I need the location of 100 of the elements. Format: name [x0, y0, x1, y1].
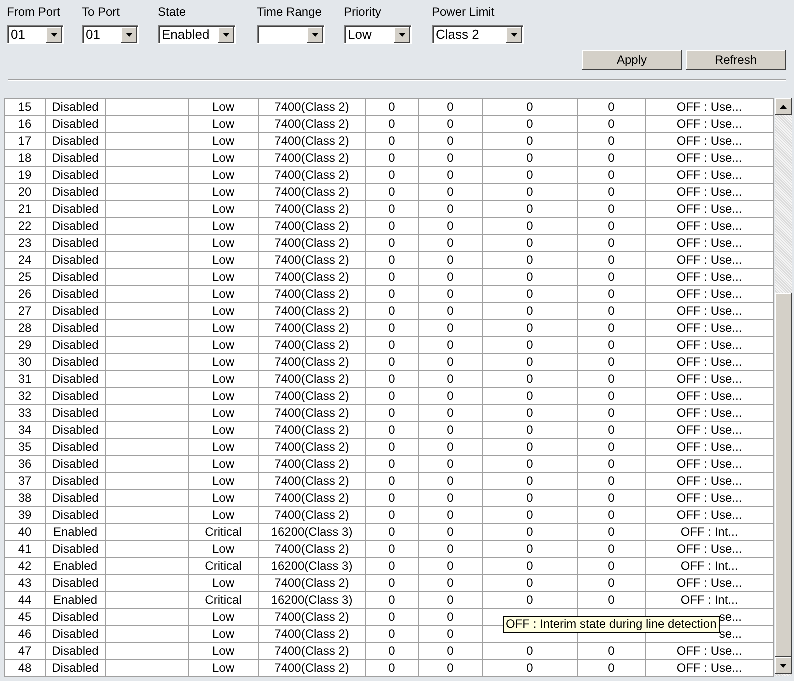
table-cell: Disabled [46, 472, 106, 490]
table-cell: 15 [4, 98, 46, 116]
table-cell: Disabled [46, 404, 106, 422]
action-button[interactable]: Refresh [686, 50, 786, 70]
table-cell: 7400(Class 2) [258, 506, 366, 524]
table-cell: Disabled [46, 642, 106, 660]
filter-label: Time Range [257, 5, 323, 19]
table-cell: 0 [366, 472, 418, 490]
table-cell: 0 [418, 540, 482, 558]
dropdown[interactable] [257, 25, 325, 44]
up-arrow-icon [780, 104, 787, 108]
table-cell: 7400(Class 2) [258, 166, 366, 184]
table-cell: Low [188, 642, 258, 660]
table-cell: Low [188, 218, 258, 234]
caret-icon [222, 32, 230, 36]
table-cell: OFF : Use... [646, 268, 774, 286]
table-cell: 0 [366, 268, 418, 286]
table-cell: 0 [366, 166, 418, 184]
table-cell: 7400(Class 2) [258, 404, 366, 422]
table-cell: Low [188, 286, 258, 302]
table-cell: 0 [418, 336, 482, 354]
table-cell: 0 [578, 506, 646, 524]
table-cell: 0 [366, 404, 418, 422]
table-cell: 26 [4, 286, 46, 302]
table-cell: 0 [366, 200, 418, 218]
filter-label: Power Limit [432, 5, 496, 19]
table-cell: 7400(Class 2) [258, 642, 366, 660]
table-cell: Low [188, 184, 258, 200]
table-cell: 0 [366, 558, 418, 574]
dropdown[interactable]: Low [344, 25, 412, 44]
table-cell: Disabled [46, 286, 106, 302]
table-cell: Disabled [46, 116, 106, 132]
table-cell: 0 [366, 608, 418, 626]
table-cell: OFF : Use... [646, 98, 774, 116]
table-cell: Disabled [46, 132, 106, 150]
table-cell: OFF : Use... [646, 472, 774, 490]
caret-icon [126, 32, 132, 36]
table-cell: Low [188, 490, 258, 506]
table-cell: OFF : Use... [646, 336, 774, 354]
table-cell: Low [188, 370, 258, 388]
table-cell: Low [188, 456, 258, 472]
table-cell: 41 [4, 540, 46, 558]
table-cell: 0 [482, 336, 578, 354]
scroll-up-button[interactable] [775, 98, 792, 115]
table-cell: Low [188, 116, 258, 132]
table-cell: 0 [366, 132, 418, 150]
table-cell: 0 [482, 320, 578, 336]
scrollbar-thumb[interactable] [775, 293, 792, 657]
table-cell: 0 [482, 660, 578, 676]
table-cell: OFF : Use... [646, 354, 774, 370]
table-cell: 0 [418, 626, 482, 642]
scroll-down-button[interactable] [775, 657, 792, 674]
table-cell: 16200(Class 3) [258, 524, 366, 540]
table-cell: 0 [418, 234, 482, 252]
table-cell: Low [188, 472, 258, 490]
table-cell: Low [188, 336, 258, 354]
table-cell: 0 [418, 438, 482, 456]
table-cell: 0 [418, 422, 482, 438]
table-cell: Disabled [46, 456, 106, 472]
table-cell: 0 [578, 200, 646, 218]
table-cell: 17 [4, 132, 46, 150]
table-cell: 0 [578, 98, 646, 116]
filter-label: State [158, 5, 188, 19]
table-cell: 16200(Class 3) [258, 592, 366, 608]
table-cell: 0 [366, 336, 418, 354]
table-cell: OFF : Use... [646, 320, 774, 336]
table-cell: 0 [482, 592, 578, 608]
table-cell: 0 [482, 200, 578, 218]
table-cell: 0 [418, 592, 482, 608]
table-cell: 0 [418, 252, 482, 268]
table-cell: Disabled [46, 98, 106, 116]
table-cell: 0 [482, 404, 578, 422]
table-cell: 0 [482, 234, 578, 252]
table-cell: 7400(Class 2) [258, 540, 366, 558]
table-cell: Low [188, 234, 258, 252]
dropdown[interactable]: Class 2 [432, 25, 524, 44]
table-cell: 0 [482, 642, 578, 660]
table-cell: 0 [366, 370, 418, 388]
table-cell: 0 [418, 370, 482, 388]
table-cell: 0 [578, 218, 646, 234]
table-cell: OFF : Use... [646, 642, 774, 660]
table-cell: 28 [4, 320, 46, 336]
dropdown[interactable]: 01 [82, 25, 139, 44]
table-cell: 7400(Class 2) [258, 336, 366, 354]
table-cell: 30 [4, 354, 46, 370]
table-cell: 0 [418, 642, 482, 660]
action-button[interactable]: Apply [582, 50, 682, 70]
table-cell: 0 [578, 422, 646, 438]
table-cell: Disabled [46, 540, 106, 558]
table-cell: 7400(Class 2) [258, 490, 366, 506]
table-cell: 0 [578, 354, 646, 370]
table-cell: OFF : Use... [646, 252, 774, 268]
table-cell: Critical [188, 558, 258, 574]
table-cell: 7400(Class 2) [258, 302, 366, 320]
caret-icon [398, 32, 406, 36]
table-cell: 18 [4, 150, 46, 166]
dropdown[interactable]: Enabled [158, 25, 236, 44]
table-cell: Disabled [46, 354, 106, 370]
dropdown[interactable]: 01 [7, 25, 64, 44]
table-cell: OFF : Use... [646, 286, 774, 302]
